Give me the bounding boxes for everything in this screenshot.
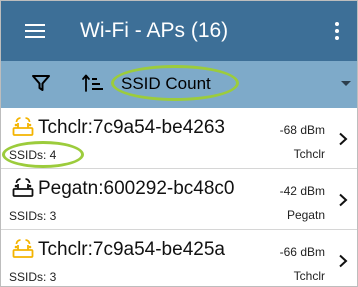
ap-name: Pegatn:600292-bc48c0 (38, 178, 235, 199)
more-vertical-icon[interactable] (332, 20, 342, 42)
signal-strength: -66 dBm (279, 245, 325, 259)
hamburger-menu-icon[interactable] (25, 23, 45, 39)
list-item[interactable]: Tchclr:7c9a54-be425a SSIDs: 3 -66 dBm Tc… (1, 230, 357, 286)
access-point-list: Tchclr:7c9a54-be4263 SSIDs: 4 -68 dBm Tc… (1, 108, 357, 286)
access-point-icon (12, 239, 34, 258)
ssid-count: SSIDs: 4 (9, 148, 57, 162)
access-point-icon (12, 178, 34, 197)
sort-order-icon[interactable] (81, 73, 103, 93)
ssid-count: SSIDs: 3 (9, 209, 57, 223)
signal-strength: -68 dBm (279, 123, 325, 137)
signal-strength: -42 dBm (279, 184, 325, 198)
filter-funnel-icon[interactable] (31, 73, 51, 93)
chevron-right-icon (339, 132, 348, 146)
vendor-name: Tchclr (293, 147, 325, 161)
access-point-icon (12, 117, 34, 136)
list-item[interactable]: Tchclr:7c9a54-be4263 SSIDs: 4 -68 dBm Tc… (1, 108, 357, 169)
app-window: Wi-Fi - APs (16) SSID Count Tchclr:7c9a5… (0, 0, 358, 287)
chevron-right-icon (339, 254, 348, 268)
sort-by-label: SSID Count (121, 74, 211, 93)
ssid-count: SSIDs: 3 (9, 270, 57, 284)
dropdown-triangle-icon (341, 81, 351, 86)
sort-by-dropdown[interactable]: SSID Count (111, 65, 355, 103)
chevron-right-icon (339, 193, 348, 207)
list-item[interactable]: Pegatn:600292-bc48c0 SSIDs: 3 -42 dBm Pe… (1, 169, 357, 230)
page-title: Wi-Fi - APs (16) (80, 19, 229, 42)
sort-filter-toolbar: SSID Count (1, 61, 357, 108)
vendor-name: Pegatn (286, 208, 325, 222)
vendor-name: Tchclr (293, 269, 325, 283)
app-bar: Wi-Fi - APs (16) (1, 1, 357, 61)
ap-name: Tchclr:7c9a54-be4263 (38, 117, 225, 138)
ap-name: Tchclr:7c9a54-be425a (38, 239, 225, 260)
